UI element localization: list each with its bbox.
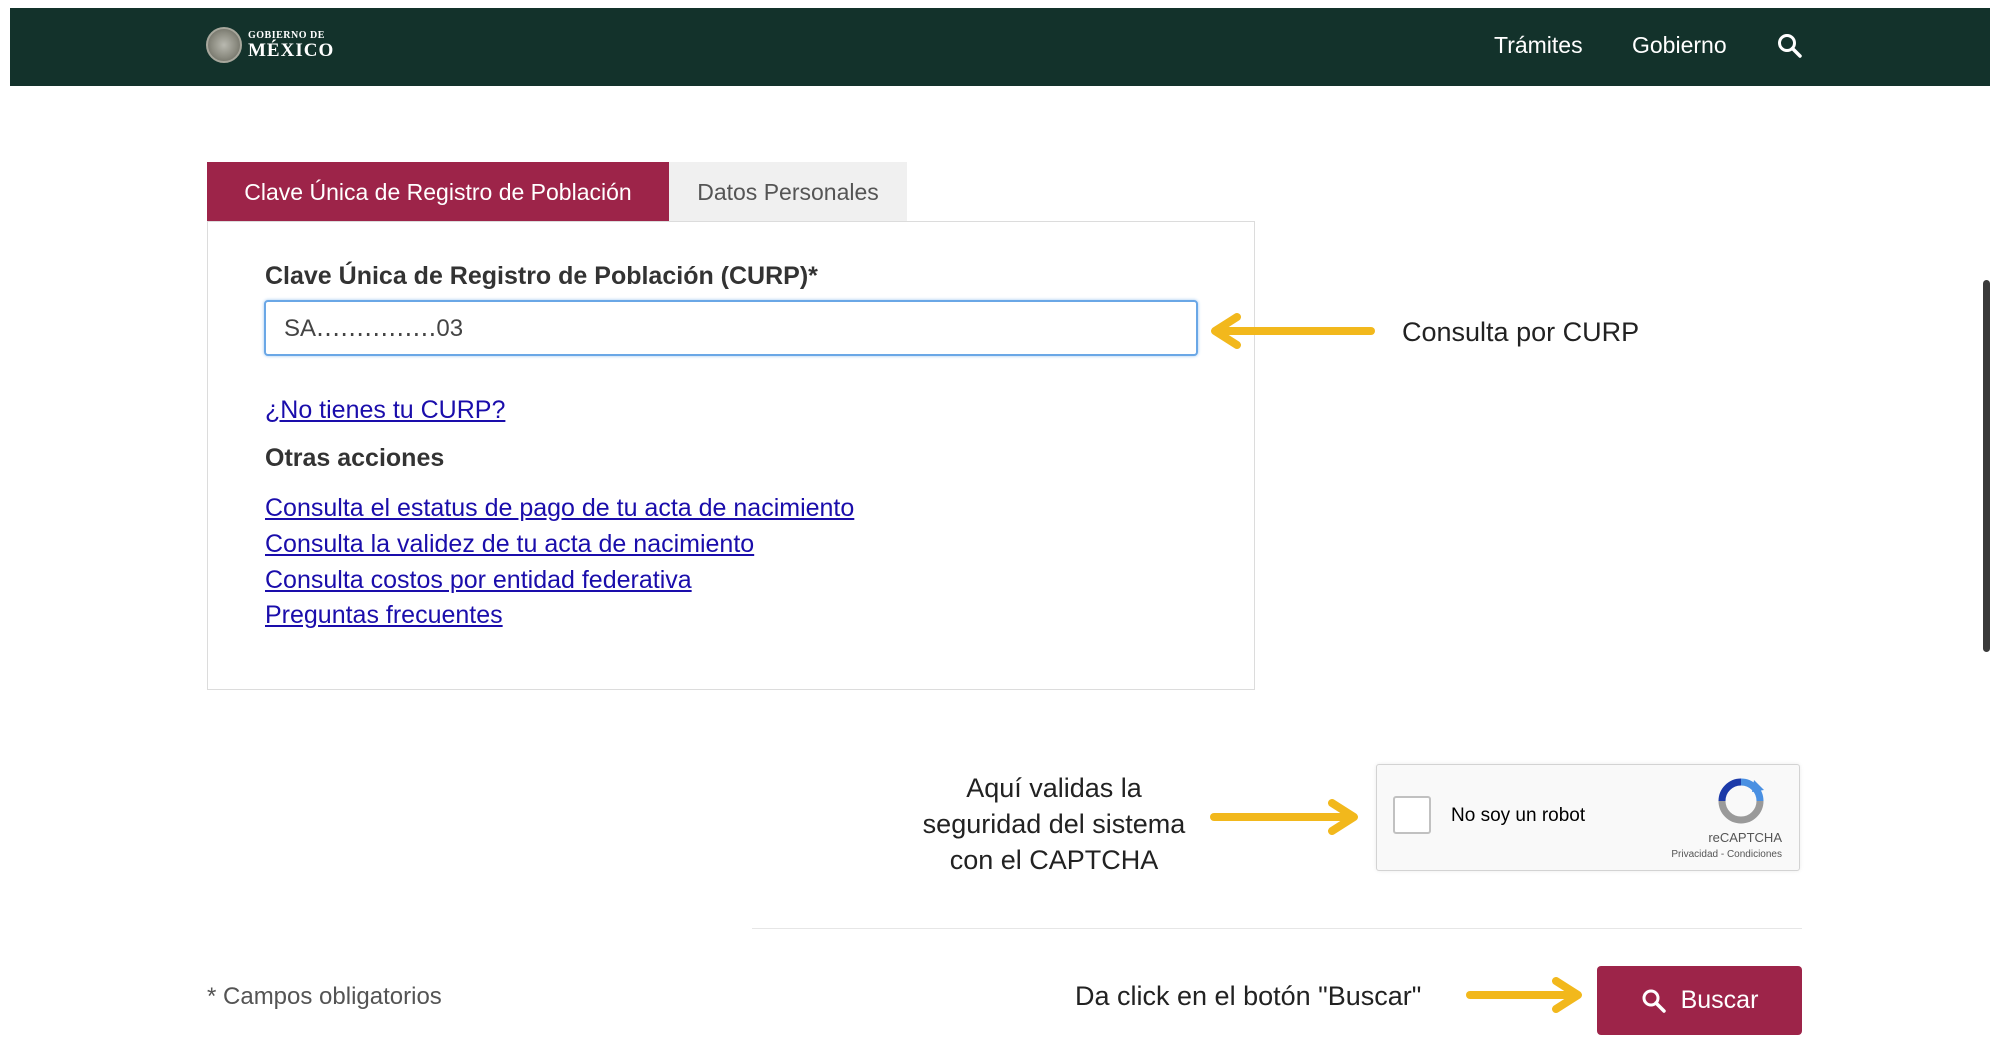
- required-fields-note: * Campos obligatorios: [207, 983, 442, 1010]
- annotation-captcha-line: con el CAPTCHA: [949, 845, 1159, 875]
- page-scrollbar[interactable]: [1983, 280, 1990, 652]
- recaptcha-logo-icon: [1718, 778, 1764, 824]
- preguntas-frecuentes-link[interactable]: Preguntas frecuentes: [265, 601, 503, 630]
- divider: [752, 928, 1802, 929]
- tab-curp[interactable]: Clave Única de Registro de Población: [207, 162, 669, 222]
- recaptcha-brand: reCAPTCHA: [1708, 830, 1782, 845]
- curp-input[interactable]: [264, 300, 1198, 356]
- annotation-consulta-curp: Consulta por CURP: [1402, 317, 1640, 347]
- search-icon: [1642, 989, 1666, 1013]
- gobierno-mexico-logo[interactable]: GOBIERNO DE MÉXICO: [206, 24, 356, 66]
- buscar-button[interactable]: Buscar: [1597, 966, 1802, 1035]
- curp-field-label: Clave Única de Registro de Población (CU…: [265, 262, 818, 290]
- tab-datos-personales[interactable]: Datos Personales: [669, 162, 907, 222]
- recaptcha-privacy-links[interactable]: Privacidad - Condiciones: [1640, 849, 1782, 860]
- arrow-right-icon: [1210, 799, 1358, 835]
- coat-of-arms-icon: [206, 27, 242, 63]
- otras-acciones-heading: Otras acciones: [265, 444, 445, 472]
- nav-tramites[interactable]: Trámites: [1494, 32, 1583, 59]
- arrow-left-icon: [1211, 313, 1375, 349]
- validez-acta-link[interactable]: Consulta la validez de tu acta de nacimi…: [265, 530, 754, 559]
- annotation-captcha-line: seguridad del sistema: [922, 809, 1186, 839]
- annotation-buscar: Da click en el botón "Buscar": [1075, 981, 1422, 1011]
- logo-text: GOBIERNO DE MÉXICO: [248, 29, 335, 61]
- recaptcha-label: No soy un robot: [1451, 805, 1586, 826]
- logo-small-text: GOBIERNO DE: [248, 29, 325, 41]
- annotation-captcha-line: Aquí validas la: [966, 773, 1142, 803]
- search-icon[interactable]: [1776, 32, 1804, 60]
- annotation-captcha: Aquí validas la seguridad del sistema co…: [898, 770, 1210, 878]
- nav-gobierno[interactable]: Gobierno: [1632, 32, 1727, 59]
- no-curp-link[interactable]: ¿No tienes tu CURP?: [265, 396, 505, 425]
- logo-big-text: MÉXICO: [248, 39, 335, 61]
- costos-entidad-link[interactable]: Consulta costos por entidad federativa: [265, 566, 692, 595]
- arrow-right-icon: [1466, 977, 1582, 1013]
- buscar-button-label: Buscar: [1680, 986, 1759, 1014]
- estatus-pago-link[interactable]: Consulta el estatus de pago de tu acta d…: [265, 494, 854, 523]
- recaptcha-checkbox[interactable]: [1393, 796, 1431, 834]
